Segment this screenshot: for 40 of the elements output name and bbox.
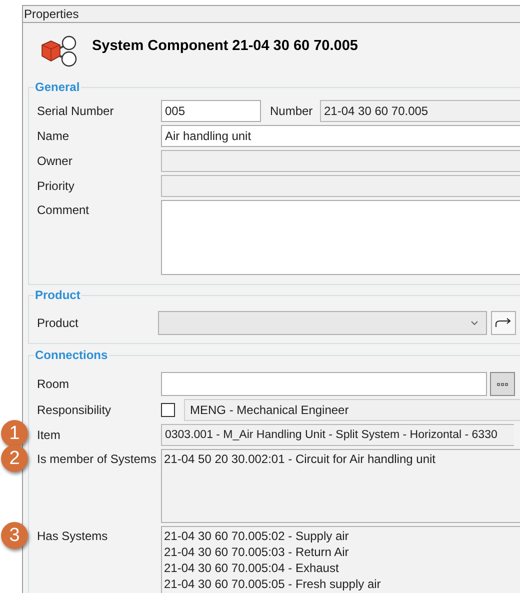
text-field[interactable]: Air handling unit: [161, 125, 520, 147]
room-field[interactable]: [161, 372, 487, 396]
serial-number-field[interactable]: 005: [161, 100, 261, 122]
field-label: Owner: [37, 153, 74, 170]
callout-badge: 1: [1, 420, 28, 447]
list-item[interactable]: 21-04 30 60 70.005:05 - Fresh supply air: [164, 576, 518, 592]
comment-field[interactable]: [161, 200, 520, 275]
list-item[interactable]: 21-04 30 60 70.005:03 - Return Air: [164, 544, 518, 560]
component-icon: [39, 34, 78, 68]
browse-button[interactable]: [490, 372, 515, 396]
field-label: Is member of Systems: [37, 451, 158, 468]
redo-button[interactable]: [491, 311, 516, 335]
systems-list[interactable]: 21-04 30 60 70.005:02 - Supply air 21-04 30 60 70.005:03 - Return Air 21-04 30 60 70.005:04 - Exhaust 21-04 30 60 70.005:05 - Fresh supply air: [161, 526, 520, 593]
callout-badge: 2: [1, 445, 28, 472]
field-label: Number: [270, 103, 314, 120]
field-label: Comment: [37, 202, 90, 219]
systems-list[interactable]: 21-04 50 20 30.002:01 - Circuit for Air handling unit: [161, 449, 520, 523]
panel-title: Properties: [24, 6, 79, 22]
field-label: Item: [37, 427, 62, 444]
page-title: System Component 21-04 30 60 70.005: [92, 37, 358, 56]
field-label: Serial Number: [37, 103, 115, 120]
field-label: Responsibility: [37, 402, 112, 419]
list-item[interactable]: 21-04 30 60 70.005:02 - Supply air: [164, 528, 518, 544]
field-label: Has Systems: [37, 528, 109, 545]
group-title: Product: [34, 288, 82, 302]
list-item[interactable]: 21-04 30 60 70.005:04 - Exhaust: [164, 560, 518, 576]
field-label: Product: [37, 315, 80, 332]
curved-arrow-icon: [495, 318, 512, 328]
callout-badge: 3: [1, 522, 28, 549]
checkbox[interactable]: [161, 403, 175, 417]
responsibility-field[interactable]: MENG - Mechanical Engineer: [184, 399, 520, 421]
list-item[interactable]: 21-04 50 20 30.002:01 - Circuit for Air handling unit: [164, 451, 518, 467]
number-field[interactable]: 21-04 30 60 70.005: [320, 100, 520, 122]
field-label: Priority: [37, 178, 76, 195]
ellipsis-icon: [497, 382, 508, 386]
field-label: Room: [37, 376, 70, 393]
field-label: Name: [37, 128, 70, 145]
chevron-down-icon: [471, 321, 478, 325]
group-title: General: [34, 80, 81, 94]
group-title: Connections: [34, 348, 109, 362]
